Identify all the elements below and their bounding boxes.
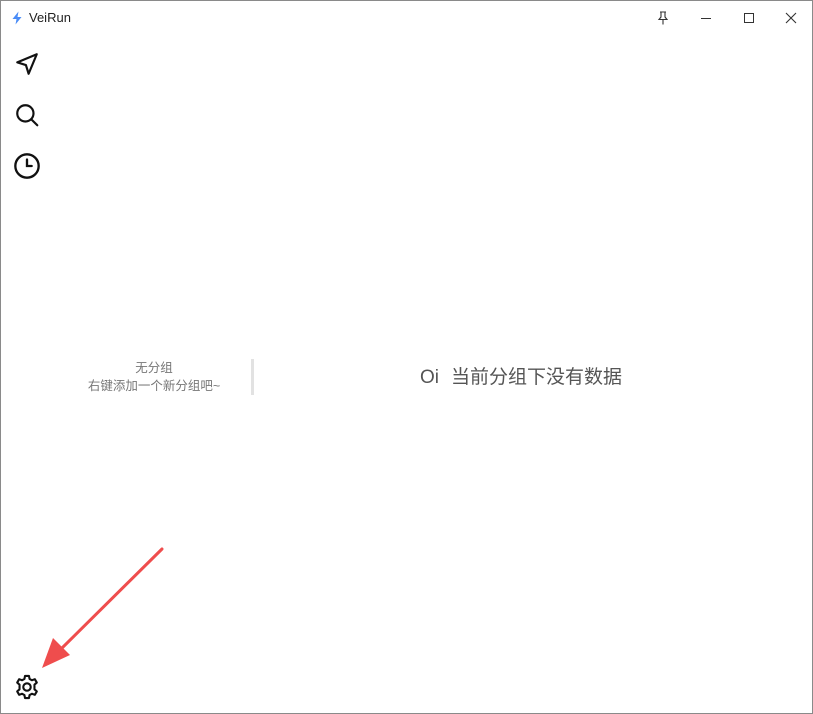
pin-icon xyxy=(656,11,670,25)
empty-state-text: 当前分组下没有数据 xyxy=(451,367,623,388)
panel-divider[interactable] xyxy=(251,359,254,395)
maximize-button[interactable] xyxy=(728,1,770,35)
gear-icon xyxy=(13,673,41,706)
settings-button[interactable] xyxy=(11,673,43,705)
pin-button[interactable] xyxy=(642,1,684,35)
minimize-button[interactable] xyxy=(685,1,727,35)
sidebar-item-search[interactable] xyxy=(11,101,43,133)
empty-state: Oi 当前分组下没有数据 xyxy=(420,365,622,391)
history-clock-icon xyxy=(13,152,41,185)
empty-emoji: Oi xyxy=(420,367,439,388)
group-list-empty[interactable]: 无分组 右键添加一个新分组吧~ xyxy=(57,359,251,395)
minimize-icon xyxy=(700,12,712,24)
sidebar-item-history[interactable] xyxy=(11,152,43,184)
search-icon xyxy=(14,102,40,133)
add-group-hint: 右键添加一个新分组吧~ xyxy=(87,379,221,393)
window-title: VeiRun xyxy=(29,10,71,25)
lightning-icon xyxy=(10,11,24,25)
app-window: VeiRun 无分组 右键添加一个新分组吧~ Oi 当前分组下没有数据 xyxy=(0,0,813,714)
sidebar-item-launch[interactable] xyxy=(11,50,43,82)
send-icon xyxy=(14,51,40,82)
maximize-icon xyxy=(743,12,755,24)
close-icon xyxy=(785,12,797,24)
title-bar[interactable]: VeiRun xyxy=(1,1,812,35)
close-button[interactable] xyxy=(770,1,812,35)
no-group-label: 无分组 xyxy=(135,361,173,375)
annotation-arrow xyxy=(42,547,164,668)
